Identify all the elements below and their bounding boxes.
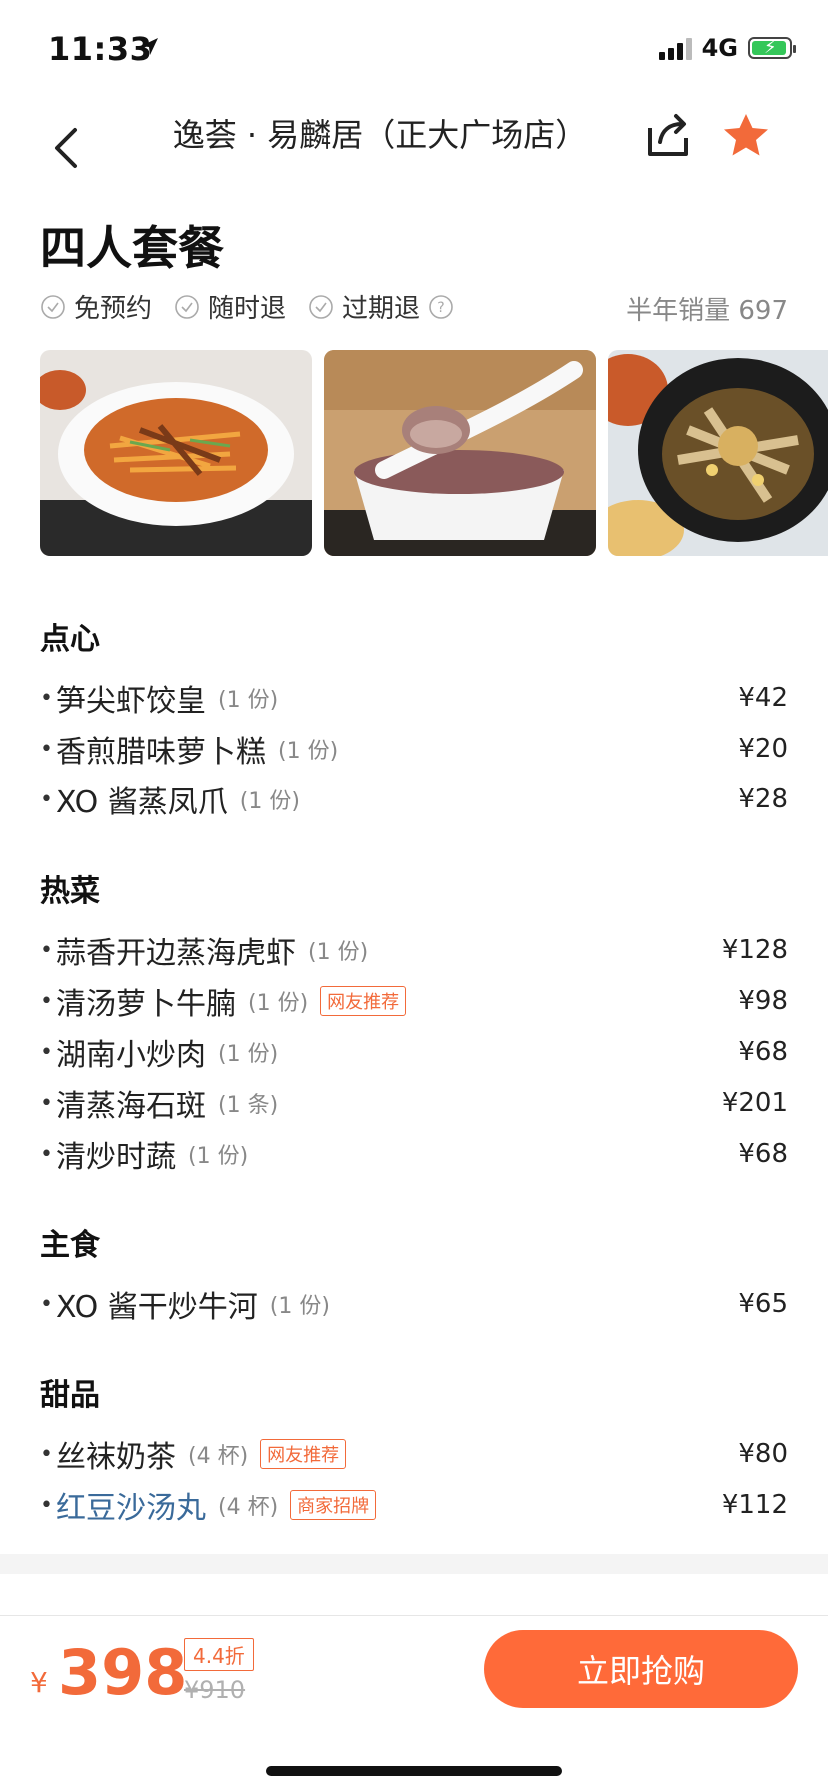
location-arrow-icon <box>141 38 158 55</box>
item-price: ¥112 <box>721 1490 788 1520</box>
chevron-left-icon <box>55 128 77 168</box>
item-qty: (1 份) <box>239 789 300 814</box>
star-icon <box>724 114 768 156</box>
buy-now-button[interactable]: 立即抢购 <box>484 1630 798 1708</box>
item-qty: (1 份) <box>218 1042 279 1067</box>
tag-refund-expired: 过期退 ? <box>308 288 454 325</box>
discount-badge: 4.4折 <box>184 1638 254 1671</box>
dessert-photo[interactable] <box>324 350 596 556</box>
check-circle-icon <box>41 294 65 319</box>
recommend-badge: 网友推荐 <box>260 1439 347 1469</box>
item-price: ¥42 <box>738 683 788 713</box>
item-price: ¥28 <box>738 784 788 814</box>
bottom-bar-divider <box>0 1615 828 1616</box>
item-qty: (1 份) <box>269 1294 330 1319</box>
sales-count: 半年销量 697 <box>626 296 788 326</box>
claypot-photo[interactable] <box>608 350 828 556</box>
home-indicator[interactable] <box>266 1766 562 1776</box>
menu-item: • 蒜香开边蒸海虎虾 (1 份) ¥128 <box>40 928 788 972</box>
item-price: ¥98 <box>738 986 788 1016</box>
item-qty: (1 份) <box>278 739 339 764</box>
menu-item: • 清汤萝卜牛腩 (1 份) 网友推荐 ¥98 <box>40 979 788 1023</box>
back-button[interactable] <box>36 108 96 188</box>
section-title-dimsum: 点心 <box>40 622 100 657</box>
tag-no-reservation: 免预约 <box>40 288 152 325</box>
signature-badge: 商家招牌 <box>290 1490 377 1520</box>
section-title-hot-dishes: 热菜 <box>40 874 100 909</box>
menu-item: • 香煎腊味萝卜糕 (1 份) ¥20 <box>40 727 788 771</box>
network-type: 4G <box>701 34 738 62</box>
menu-item: • 丝袜奶茶 (4 杯) 网友推荐 ¥80 <box>40 1432 788 1476</box>
menu-item: • 笋尖虾饺皇 (1 份) ¥42 <box>40 676 788 720</box>
item-price: ¥80 <box>738 1439 788 1469</box>
check-circle-icon <box>175 294 199 319</box>
package-title: 四人套餐 <box>40 221 224 275</box>
photo-gallery[interactable] <box>40 350 828 556</box>
item-name: XO 酱干炒牛河 <box>56 1290 258 1325</box>
battery-icon: ⚡ <box>748 37 796 59</box>
signal-icon <box>658 36 692 60</box>
tag-label: 随时退 <box>208 294 287 324</box>
item-qty: (1 份) <box>218 688 279 713</box>
item-name: 香煎腊味萝卜糕 <box>56 735 266 770</box>
menu-item: • 清蒸海石斑 (1 条) ¥201 <box>40 1081 788 1125</box>
menu-item: • XO 酱蒸凤爪 (1 份) ¥28 <box>40 777 788 821</box>
share-icon <box>648 114 688 156</box>
item-price: ¥20 <box>738 734 788 764</box>
share-button[interactable] <box>638 106 698 166</box>
item-price: ¥65 <box>738 1289 788 1319</box>
item-qty: (1 份) <box>248 991 309 1016</box>
status-time: 11:33 <box>48 30 153 68</box>
menu-item[interactable]: • 红豆沙汤丸 (4 杯) 商家招牌 ¥112 <box>40 1483 788 1527</box>
item-name: 清蒸海石斑 <box>56 1089 206 1124</box>
svg-text:?: ? <box>437 300 444 316</box>
item-name: 清炒时蔬 <box>56 1140 176 1175</box>
item-price: ¥68 <box>738 1037 788 1067</box>
section-title-dessert: 甜品 <box>40 1378 100 1413</box>
sale-price: 398 <box>58 1636 188 1709</box>
page-title: 逸荟 · 易麟居（正大广场店） <box>172 116 588 154</box>
section-title-staple: 主食 <box>40 1228 100 1263</box>
policy-tags: 免预约 随时退 过期退 ? <box>40 288 454 325</box>
item-name: 蒜香开边蒸海虎虾 <box>56 936 296 971</box>
item-name: 湖南小炒肉 <box>56 1038 206 1073</box>
menu-item: • XO 酱干炒牛河 (1 份) ¥65 <box>40 1282 788 1326</box>
currency-symbol: ¥ <box>30 1666 48 1699</box>
dish-photo[interactable] <box>40 350 312 556</box>
tag-refund-anytime: 随时退 <box>174 288 286 325</box>
item-price: ¥128 <box>721 935 788 965</box>
item-price: ¥201 <box>721 1088 788 1118</box>
menu-item: • 清炒时蔬 (1 份) ¥68 <box>40 1132 788 1176</box>
item-name-link[interactable]: 红豆沙汤丸 <box>56 1483 206 1527</box>
help-icon[interactable]: ? <box>428 294 454 320</box>
original-price: ¥910 <box>184 1676 246 1704</box>
status-bar: 11:33 4G ⚡ <box>0 0 828 96</box>
tag-label: 过期退 <box>342 294 421 324</box>
item-qty: (1 份) <box>308 940 369 965</box>
tag-label: 免预约 <box>74 294 153 324</box>
check-circle-icon <box>309 294 333 319</box>
item-qty: (1 条) <box>218 1093 279 1118</box>
nav-bar: 逸荟 · 易麟居（正大广场店） <box>0 96 828 204</box>
item-qty: (4 杯) <box>188 1444 249 1469</box>
item-name: 笋尖虾饺皇 <box>56 684 206 719</box>
recommend-badge: 网友推荐 <box>320 986 407 1016</box>
item-qty: (1 份) <box>188 1144 249 1169</box>
menu-item: • 湖南小炒肉 (1 份) ¥68 <box>40 1030 788 1074</box>
item-name: 清汤萝卜牛腩 <box>56 987 236 1022</box>
item-name: XO 酱蒸凤爪 <box>56 785 228 820</box>
section-separator <box>0 1554 828 1574</box>
item-name: 丝袜奶茶 <box>56 1440 176 1475</box>
item-qty: (4 杯) <box>218 1495 279 1520</box>
item-price: ¥68 <box>738 1139 788 1169</box>
status-indicators: 4G ⚡ <box>658 34 796 62</box>
favorite-button[interactable] <box>716 106 776 166</box>
